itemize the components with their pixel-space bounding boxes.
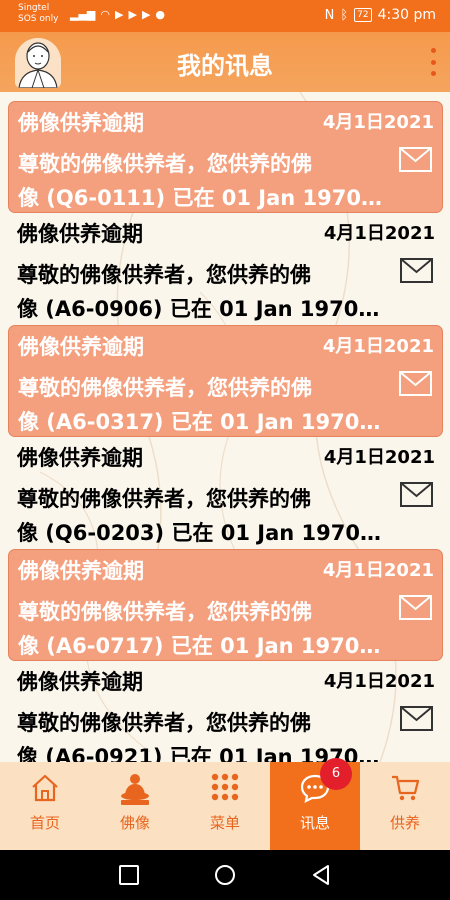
- status-bar: Singtel SOS only ▂▄▆ ◠ ▶ ▶ ▶ ● N ᛒ 72 4:…: [0, 0, 450, 32]
- clock: 4:30 pm: [377, 7, 436, 23]
- message-preview-line: 像 (A6-0717) 已在 01 Jan 1970...: [18, 634, 383, 658]
- message-date: 4月1日2021: [322, 560, 434, 581]
- bottom-nav: 首页 佛像 菜单 6 讯息 供养: [0, 758, 450, 850]
- message-title: 佛像供养逾期: [18, 335, 144, 359]
- wifi-icon: ◠: [100, 8, 110, 21]
- message-preview-line: 像 (A6-0317) 已在 01 Jan 1970...: [18, 410, 383, 434]
- message-date: 4月1日2021: [322, 336, 434, 357]
- youtube-icon: ▶: [115, 8, 124, 21]
- message-preview-line: 像 (A6-0906) 已在 01 Jan 1970...: [17, 297, 382, 321]
- list-item[interactable]: 佛像供养逾期 4月1日2021 尊敬的佛像供养者，您供养的佛 像 (A6-071…: [8, 549, 443, 661]
- message-title: 佛像供养逾期: [18, 111, 144, 135]
- nav-item-offering[interactable]: 供养: [360, 762, 450, 850]
- message-date: 4月1日2021: [323, 447, 435, 468]
- location-icon: ●: [155, 8, 166, 21]
- list-item[interactable]: 佛像供养逾期 4月1日2021 尊敬的佛像供养者，您供养的佛 像 (Q6-020…: [8, 437, 443, 549]
- envelope-icon: [399, 147, 432, 172]
- message-list[interactable]: 佛像供养逾期 4月1日2021 尊敬的佛像供养者，您供养的佛 像 (Q6-011…: [0, 92, 450, 762]
- unread-count-badge: 6: [320, 758, 352, 790]
- bluetooth-icon: ᛒ: [340, 7, 349, 23]
- message-date: 4月1日2021: [322, 112, 434, 133]
- envelope-icon: [400, 258, 433, 283]
- message-preview-line: 像 (Q6-0111) 已在 01 Jan 1970...: [18, 186, 383, 210]
- message-preview: 尊敬的佛像供养者，您供养的佛 像 (A6-0317) 已在 01 Jan 197…: [18, 371, 383, 439]
- envelope-icon: [399, 595, 432, 620]
- message-preview-line: 尊敬的佛像供养者，您供养的佛: [18, 152, 312, 176]
- message-preview-line: 尊敬的佛像供养者，您供养的佛: [17, 487, 311, 511]
- message-title: 佛像供养逾期: [17, 222, 143, 246]
- nav-label: 菜单: [209, 814, 240, 832]
- nav-item-buddha[interactable]: 佛像: [90, 762, 180, 850]
- nav-label: 讯息: [299, 814, 330, 832]
- page-title: 我的讯息: [177, 52, 273, 80]
- grid-menu-icon: [211, 773, 239, 801]
- message-preview-line: 像 (A6-0921) 已在 01 Jan 1970...: [17, 745, 382, 762]
- home-icon: [32, 774, 58, 802]
- message-preview-line: 尊敬的佛像供养者，您供养的佛: [18, 376, 312, 400]
- message-preview: 尊敬的佛像供养者，您供养的佛 像 (A6-0906) 已在 01 Jan 197…: [17, 258, 382, 326]
- nav-label: 佛像: [119, 814, 150, 832]
- system-nav-bar: [0, 850, 450, 900]
- message-title: 佛像供养逾期: [17, 670, 143, 694]
- list-item[interactable]: 佛像供养逾期 4月1日2021 尊敬的佛像供养者，您供养的佛 像 (A6-092…: [8, 661, 443, 762]
- message-preview: 尊敬的佛像供养者，您供养的佛 像 (Q6-0111) 已在 01 Jan 197…: [18, 147, 383, 215]
- message-preview: 尊敬的佛像供养者，您供养的佛 像 (Q6-0203) 已在 01 Jan 197…: [17, 482, 382, 550]
- back-icon[interactable]: [310, 864, 332, 886]
- message-preview-line: 尊敬的佛像供养者，您供养的佛: [17, 263, 311, 287]
- status-icons-left: ▂▄▆ ◠ ▶ ▶ ▶ ●: [70, 8, 165, 21]
- list-item[interactable]: 佛像供养逾期 4月1日2021 尊敬的佛像供养者，您供养的佛 像 (A6-031…: [8, 325, 443, 437]
- nav-item-home[interactable]: 首页: [0, 762, 90, 850]
- buddha-icon: [121, 774, 149, 805]
- carrier-status: SOS only: [18, 14, 59, 24]
- message-date: 4月1日2021: [323, 671, 435, 692]
- message-title: 佛像供养逾期: [17, 446, 143, 470]
- message-preview-line: 尊敬的佛像供养者，您供养的佛: [18, 600, 312, 624]
- nav-label: 供养: [389, 814, 420, 832]
- message-preview-line: 尊敬的佛像供养者，您供养的佛: [17, 711, 311, 735]
- more-options-icon[interactable]: [428, 48, 438, 76]
- envelope-icon: [399, 371, 432, 396]
- signal-icon: ▂▄▆: [70, 8, 96, 21]
- nfc-icon: N: [324, 7, 335, 23]
- message-date: 4月1日2021: [323, 223, 435, 244]
- cart-icon: [392, 775, 420, 801]
- home-button-icon[interactable]: [214, 864, 236, 886]
- list-item[interactable]: 佛像供养逾期 4月1日2021 尊敬的佛像供养者，您供养的佛 像 (Q6-011…: [8, 101, 443, 213]
- envelope-icon: [400, 482, 433, 507]
- message-preview: 尊敬的佛像供养者，您供养的佛 像 (A6-0717) 已在 01 Jan 197…: [18, 595, 383, 663]
- message-preview-line: 像 (Q6-0203) 已在 01 Jan 1970...: [17, 521, 382, 545]
- message-title: 佛像供养逾期: [18, 559, 144, 583]
- message-preview: 尊敬的佛像供养者，您供养的佛 像 (A6-0921) 已在 01 Jan 197…: [17, 706, 382, 762]
- battery-icon: 72: [354, 8, 372, 22]
- recents-icon[interactable]: [118, 864, 140, 886]
- list-item[interactable]: 佛像供养逾期 4月1日2021 尊敬的佛像供养者，您供养的佛 像 (A6-090…: [8, 213, 443, 325]
- envelope-icon: [400, 706, 433, 731]
- carrier-text: Singtel SOS only: [18, 3, 58, 25]
- youtube-icon-2: ▶: [128, 8, 137, 21]
- nav-item-menu[interactable]: 菜单: [180, 762, 270, 850]
- nav-item-messages[interactable]: 6 讯息: [270, 758, 360, 850]
- carrier-name: Singtel: [18, 3, 50, 13]
- nav-label: 首页: [29, 814, 60, 832]
- app-header: 我的讯息: [0, 32, 450, 92]
- status-icons-right: N ᛒ 72 4:30 pm: [325, 7, 436, 23]
- youtube-icon-3: ▶: [141, 8, 151, 21]
